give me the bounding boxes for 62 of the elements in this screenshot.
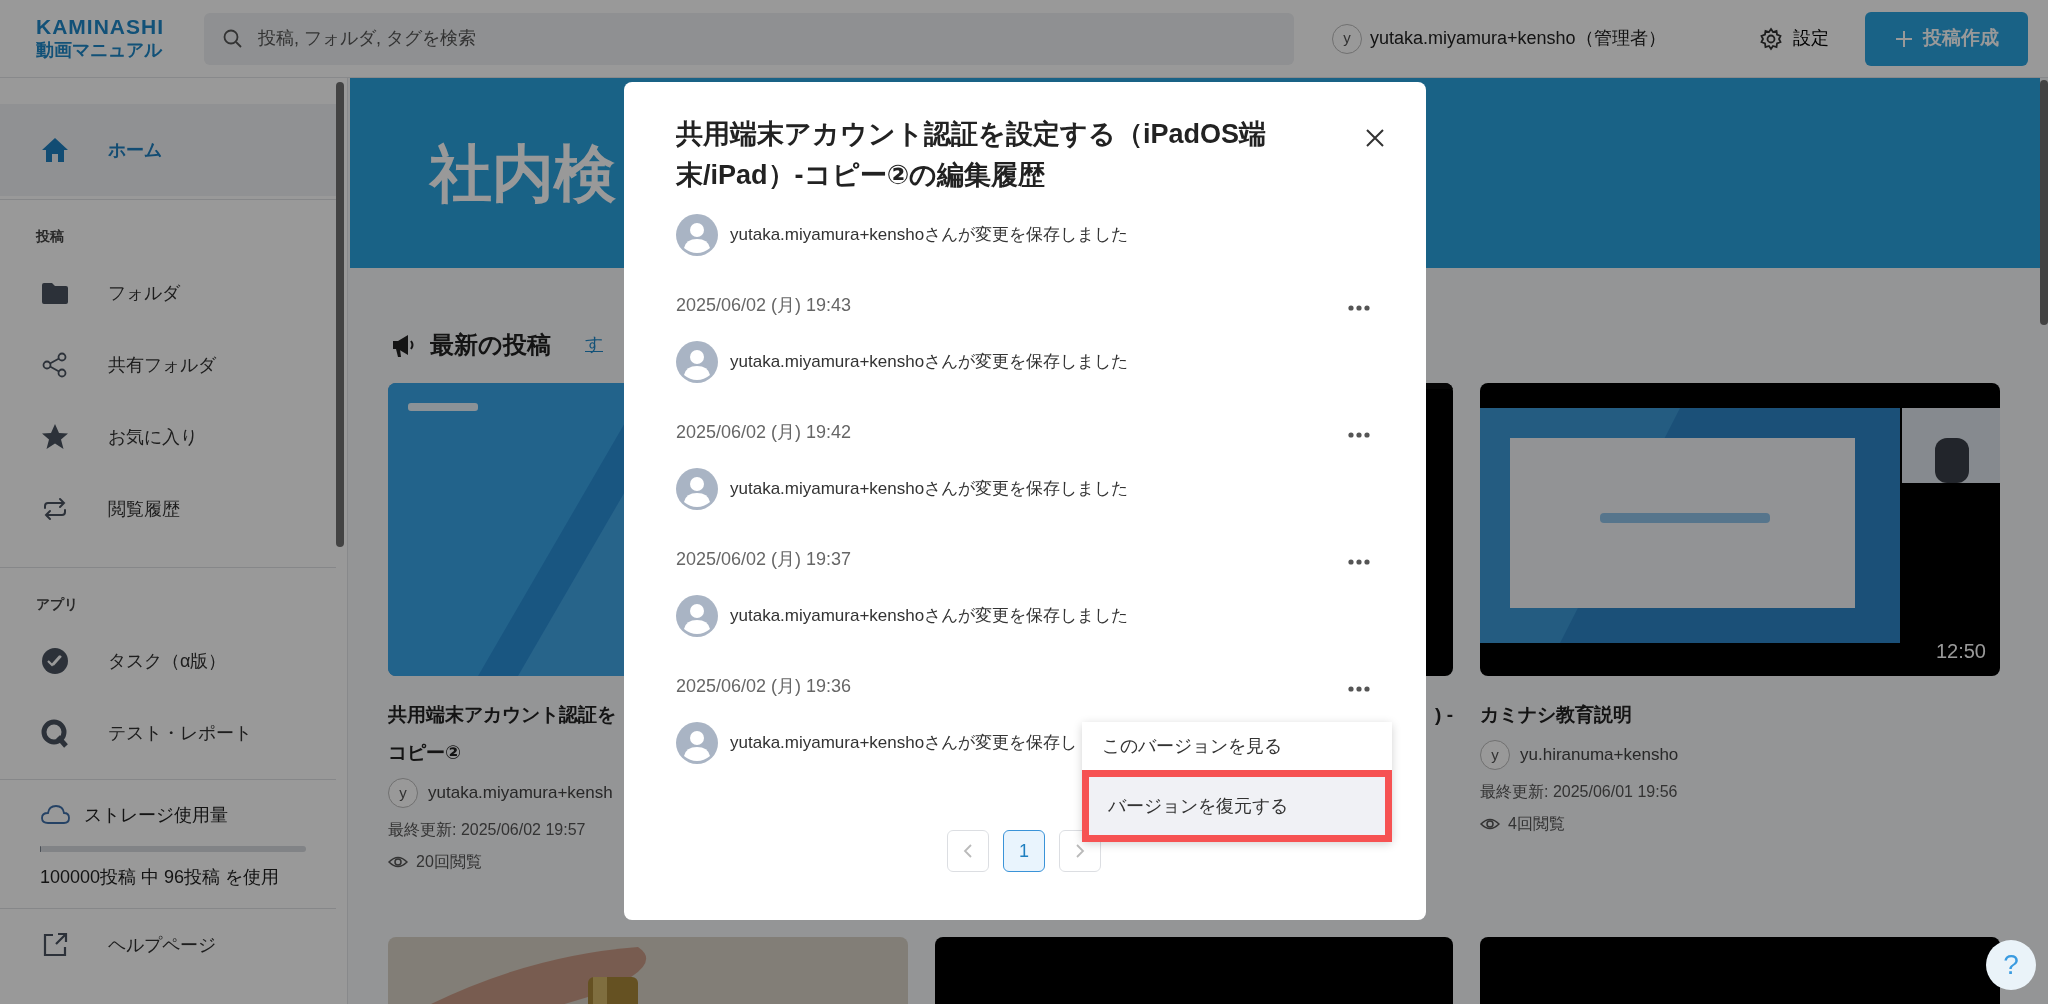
history-message: yutaka.miyamura+kenshoさんが変更を保存しました [730,478,1129,501]
sidebar-item[interactable]: 共有フォルダ [0,329,336,401]
avatar-icon [676,214,718,256]
history-date: 2025/06/02 (月) 19:37 [676,547,852,571]
ellipsis-icon [1347,430,1371,439]
home-icon [40,135,70,165]
section-heading: アプリ [35,595,79,614]
ellipsis-icon [1347,303,1371,312]
history-message: yutaka.miyamura+kenshoさんが変更を保存しました [730,605,1129,628]
avatar-icon [676,468,718,510]
author-name: yu.hiranuma+kensho [1520,744,1679,767]
updated-date: 最終更新: 2025/06/02 19:57 [388,820,587,840]
section-heading: 投稿 [34,227,65,246]
menu-item[interactable]: バージョンを復元する [1082,770,1392,842]
chevron-right-icon [1074,843,1086,859]
author-avatar: y [388,778,418,808]
view-count: 4回閲覧 [1508,814,1565,834]
history-message: yutaka.miyamura+kenshoさんが変更を保存し [730,732,1078,755]
sidebar-item[interactable]: フォルダ [0,257,336,329]
scrollbar[interactable] [2040,80,2048,325]
check-circle-icon [40,646,70,676]
author-avatar: y [1480,740,1510,770]
page-button[interactable]: 1 [1003,830,1045,872]
sidebar-item[interactable]: 閲覧履歴 [0,473,336,545]
storage-usage: 100000投稿 中 96投稿 を使用 [40,866,281,889]
plus-icon [1894,29,1913,48]
help-link[interactable]: ヘルプページ [0,909,336,981]
settings-button[interactable]: 設定 [1759,25,1829,52]
history-date: 2025/06/02 (月) 19:42 [676,420,852,444]
history-message: yutaka.miyamura+kenshoさんが変更を保存しました [730,351,1129,374]
chevron-left-icon [962,843,974,859]
section-title: 最新の投稿 [430,329,551,360]
scrollbar[interactable] [336,82,344,547]
logo-subtitle: 動画マニュアル [36,39,164,62]
logo-text: KAMINASHI [36,15,164,40]
view-count: 20回閲覧 [416,852,482,872]
menu-item[interactable]: このバージョンを見る [1082,722,1392,770]
user-name[interactable]: yutaka.miyamura+kensho（管理者） [1370,25,1666,52]
history-date: 2025/06/02 (月) 19:43 [676,293,852,317]
author-name: yutaka.miyamura+kensh [428,782,613,805]
updated-date: 最終更新: 2025/06/01 19:56 [1480,782,1679,802]
ellipsis-icon [1347,684,1371,693]
avatar-icon [676,722,718,764]
avatar-icon [676,595,718,637]
banner-title: 社内検 [430,137,616,210]
dialog-title: 共用端末アカウント認証を設定する（iPadOS端末/iPad）-コピー②の編集履歴 [676,118,1268,192]
card-title[interactable]: カミナシ教育説明 [1480,696,2000,734]
sidebar-item[interactable]: テスト・レポート [0,697,336,769]
sidebar-item[interactable]: お気に入り [0,401,336,473]
avatar-icon [676,341,718,383]
storage-label: ストレージ使用量 [84,803,228,827]
settings-icon [1759,26,1783,51]
search-field[interactable]: 投稿, フォルダ, タグを検索 [204,12,1294,65]
q-icon [40,718,70,748]
history-date: 2025/06/02 (月) 19:36 [676,674,852,698]
sidebar-item[interactable]: タスク（α版） [0,625,336,697]
ellipsis-icon [1347,557,1371,566]
video-duration: 12:50 [1935,639,1986,664]
search-icon [222,27,244,50]
close-icon [1364,126,1386,149]
history-message: yutaka.miyamura+kenshoさんが変更を保存しました [730,224,1129,247]
user-avatar: y [1332,23,1362,54]
